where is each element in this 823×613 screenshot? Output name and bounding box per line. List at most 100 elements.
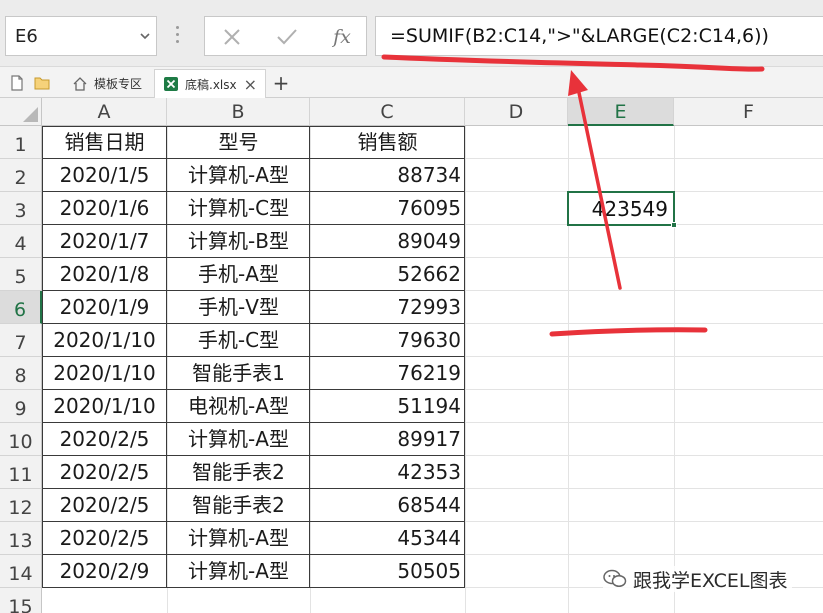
table-cell[interactable]: 手机-A型 [167,258,310,291]
table-border [42,488,465,489]
table-cell[interactable]: 计算机-A型 [167,522,310,555]
watermark-text: 跟我学EXCEL图表 [633,569,788,592]
chevron-down-icon[interactable] [140,31,150,41]
insert-function-icon[interactable]: fx [328,23,356,51]
name-box[interactable]: E6 [5,16,157,56]
row-header-12[interactable]: 12 [0,489,42,522]
table-border [309,126,310,588]
tab-label: 模板专区 [94,77,143,91]
formula-input[interactable]: =SUMIF(B2:C14,">"&LARGE(C2:C14,6)) [375,16,823,56]
table-cell[interactable]: 45344 [310,522,465,555]
name-box-value: E6 [15,26,38,47]
table-cell[interactable]: 2020/2/5 [42,423,167,456]
home-icon [73,76,87,91]
cancel-icon[interactable] [218,23,246,51]
table-cell[interactable]: 智能手表1 [167,357,310,390]
row-header-2[interactable]: 2 [0,159,42,192]
table-cell[interactable]: 2020/2/5 [42,456,167,489]
table-header-cell[interactable]: 型号 [167,126,310,159]
table-cell[interactable]: 2020/2/5 [42,522,167,555]
table-cell[interactable]: 2020/1/10 [42,390,167,423]
table-cell[interactable]: 2020/2/9 [42,555,167,588]
table-cell[interactable]: 76095 [310,192,465,225]
column-header-d[interactable]: D [465,98,568,126]
table-cell[interactable]: 2020/1/5 [42,159,167,192]
table-cell[interactable]: 计算机-B型 [167,225,310,258]
row-header-14[interactable]: 14 [0,555,42,588]
table-cell[interactable]: 42353 [310,456,465,489]
table-cell[interactable]: 智能手表2 [167,489,310,522]
excel-file-icon [164,77,178,91]
select-all-corner[interactable] [0,98,42,126]
table-cell[interactable]: 电视机-A型 [167,390,310,423]
row-header-1[interactable]: 1 [0,126,42,159]
table-cell[interactable]: 51194 [310,390,465,423]
column-header-f[interactable]: F [674,98,823,126]
row-header-13[interactable]: 13 [0,522,42,555]
row-header-8[interactable]: 8 [0,357,42,390]
table-cell[interactable]: 手机-V型 [167,291,310,324]
table-cell[interactable]: 52662 [310,258,465,291]
selected-cell-e6[interactable]: 423549 [567,191,677,228]
formula-bar: E6 fx =SUMIF(B2:C14,">"&LARGE(C2:C14,6)) [0,0,823,66]
row-header-6[interactable]: 6 [0,291,42,324]
row-header-4[interactable]: 4 [0,225,42,258]
table-cell[interactable]: 50505 [310,555,465,588]
table-cell[interactable]: 2020/1/8 [42,258,167,291]
column-header-e[interactable]: E [568,98,674,126]
table-cell[interactable]: 2020/2/5 [42,489,167,522]
table-header-cell[interactable]: 销售日期 [42,126,167,159]
table-border [42,290,465,291]
tab-file[interactable]: 底稿.xlsx × [154,69,266,98]
table-border [42,126,43,588]
table-cell[interactable]: 手机-C型 [167,324,310,357]
table-border [42,126,465,127]
close-icon[interactable]: × [244,75,257,94]
table-cell[interactable]: 2020/1/10 [42,324,167,357]
table-cell[interactable]: 计算机-A型 [167,423,310,456]
table-border [42,323,465,324]
table-cell[interactable]: 计算机-C型 [167,192,310,225]
check-icon[interactable] [273,23,301,51]
row-header-9[interactable]: 9 [0,390,42,423]
tab-template-zone[interactable]: 模板专区 [64,69,152,98]
table-cell[interactable]: 2020/1/9 [42,291,167,324]
table-cell[interactable]: 智能手表2 [167,456,310,489]
table-border [42,257,465,258]
row-header-5[interactable]: 5 [0,258,42,291]
table-border [42,158,465,159]
table-border [42,422,465,423]
table-cell[interactable]: 72993 [310,291,465,324]
table-cell[interactable]: 2020/1/10 [42,357,167,390]
row-header-15[interactable]: 15 [0,588,42,613]
row-header-11[interactable]: 11 [0,456,42,489]
table-cell[interactable]: 76219 [310,357,465,390]
table-header-cell[interactable]: 销售额 [310,126,465,159]
formula-text: =SUMIF(B2:C14,">"&LARGE(C2:C14,6)) [390,25,769,47]
fill-handle[interactable] [671,222,677,228]
workbook-tab-bar: 模板专区 底稿.xlsx × + [0,66,823,98]
row-header-7[interactable]: 7 [0,324,42,357]
row-header-10[interactable]: 10 [0,423,42,456]
tab-label: 底稿.xlsx [185,77,237,92]
table-border [166,126,167,588]
row-header-3[interactable]: 3 [0,192,42,225]
add-tab-icon[interactable]: + [270,72,292,94]
table-cell[interactable]: 计算机-A型 [167,555,310,588]
table-border [42,521,465,522]
column-header-c[interactable]: C [310,98,465,126]
table-cell[interactable]: 89049 [310,225,465,258]
table-cell[interactable]: 68544 [310,489,465,522]
table-cell[interactable]: 2020/1/6 [42,192,167,225]
table-cell[interactable]: 88734 [310,159,465,192]
folder-icon[interactable] [34,75,50,91]
table-cell[interactable]: 2020/1/7 [42,225,167,258]
new-file-icon[interactable] [9,75,25,91]
table-cell[interactable]: 计算机-A型 [167,159,310,192]
watermark: 跟我学EXCEL图表 [603,566,792,592]
drag-handle-icon[interactable] [176,26,180,46]
table-cell[interactable]: 79630 [310,324,465,357]
column-header-b[interactable]: B [167,98,310,126]
column-header-a[interactable]: A [42,98,167,126]
table-cell[interactable]: 89917 [310,423,465,456]
